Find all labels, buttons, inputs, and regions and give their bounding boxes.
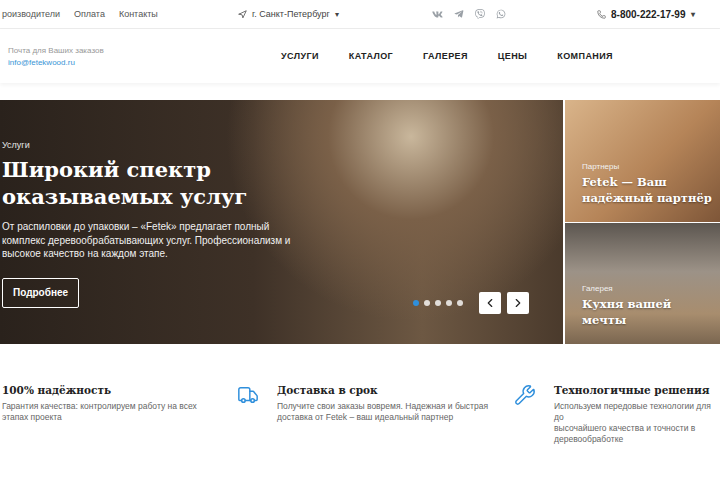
top-link[interactable]: Контакты [119,9,158,19]
main-nav: УСЛУГИ КАТАЛОГ ГАЛЕРЕЯ ЦЕНЫ КОМПАНИЯ [281,51,613,61]
city-selector[interactable]: г. Санкт-Петербург▾ [238,9,432,19]
top-links: роизводители Оплата Контакты [2,9,238,19]
side-card[interactable]: ГалереяКухня вашей мечты [565,223,720,345]
vk-icon[interactable] [432,9,443,20]
side-card[interactable]: ПартнерыFetek — Ваш надёжный партнёр [565,100,720,222]
hero-title: Широкий спектроказываемых услуг [2,156,563,210]
side-cards: ПартнерыFetek — Ваш надёжный партнёрГале… [565,100,720,344]
nav-item[interactable]: ГАЛЕРЕЯ [423,51,468,61]
nav-item[interactable]: УСЛУГИ [281,51,319,61]
phone[interactable]: 8-800-222-17-99▾ [597,9,695,20]
nav-item[interactable]: ЦЕНЫ [498,51,528,61]
phone-icon [597,10,606,19]
pagination-dot[interactable] [424,300,430,306]
more-button[interactable]: Подробнее [2,278,79,308]
location-icon [238,10,247,19]
next-button[interactable] [507,292,529,314]
mail-link[interactable]: info@fetekwood.ru [8,58,281,67]
whatsapp-icon[interactable] [496,9,506,19]
top-link[interactable]: роизводители [2,9,60,19]
hero: УслугиШирокий спектроказываемых услугОт … [0,100,720,344]
nav-item[interactable]: КОМПАНИЯ [557,51,613,61]
feature: 100% надёжностьГарантия качества: контро… [2,384,237,480]
pagination [413,300,463,306]
mail-block: Почта для Ваших заказовinfo@fetekwood.ru [8,46,281,67]
features: 100% надёжностьГарантия качества: контро… [0,344,720,480]
top-link[interactable]: Оплата [74,9,105,19]
hero-slide: УслугиШирокий спектроказываемых услугОт … [0,100,563,344]
tools-icon [514,384,536,406]
prev-button[interactable] [479,292,501,314]
page: роизводители Оплата Контакты г. Санкт-Петер… [0,0,720,480]
chevron-right-icon [511,296,525,310]
hero-text: От распиловки до упаковки – «Fetek» пред… [2,220,563,261]
truck-icon [237,384,259,406]
chevron-left-icon [483,296,497,310]
socials [432,9,597,20]
pagination-dot[interactable] [413,300,419,306]
pagination-dot[interactable] [435,300,441,306]
top-bar: роизводители Оплата Контакты г. Санкт-Петер… [0,0,720,29]
nav-item[interactable]: КАТАЛОГ [349,51,393,61]
feature: Доставка в срокПолучите свои заказы вовр… [237,384,514,480]
feature: Технологичные решенияИспользуем передовы… [514,384,720,480]
telegram-icon[interactable] [454,9,464,19]
pagination-dot[interactable] [446,300,452,306]
pagination-dot[interactable] [457,300,463,306]
viber-icon[interactable] [475,9,485,19]
slider-controls [413,292,529,314]
header: Почта для Ваших заказовinfo@fetekwood.ru… [0,29,720,83]
